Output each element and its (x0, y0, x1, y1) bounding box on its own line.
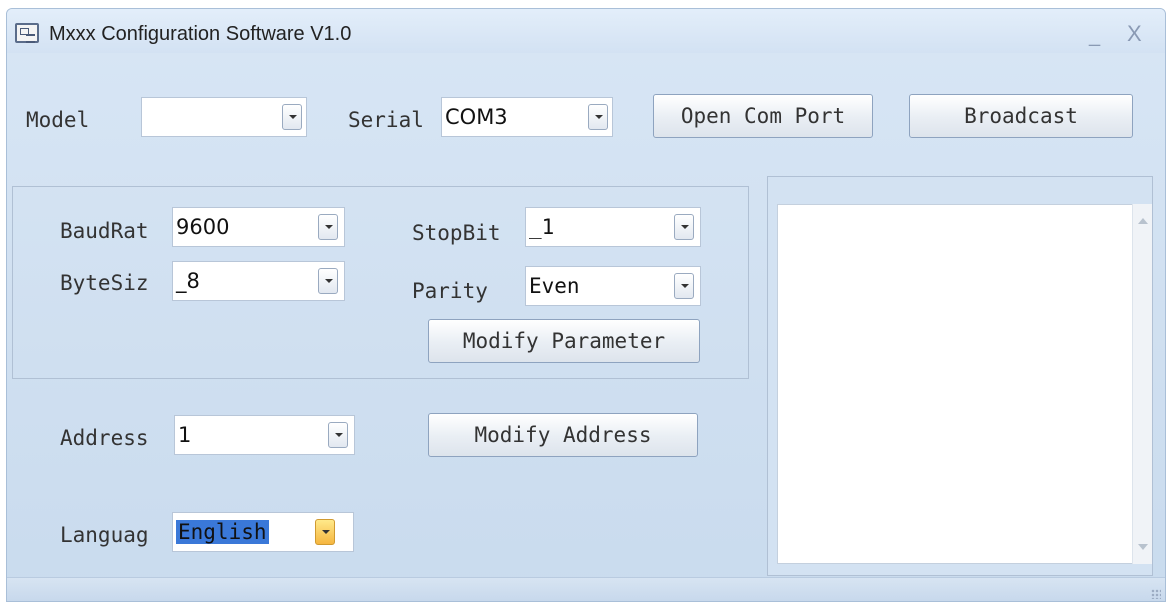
broadcast-button[interactable]: Broadcast (909, 94, 1133, 138)
dropdown-arrow-icon[interactable] (328, 422, 348, 448)
parity-select[interactable]: Even (525, 266, 701, 306)
app-icon (15, 23, 39, 43)
dropdown-arrow-icon[interactable] (318, 214, 338, 240)
address-select[interactable]: 1 (174, 415, 355, 455)
modify-parameter-button[interactable]: Modify Parameter (428, 319, 700, 363)
model-select[interactable] (141, 97, 307, 137)
stopbit-value: _1 (529, 215, 555, 239)
scroll-up-icon[interactable] (1138, 218, 1148, 224)
baudrate-label: BaudRat (60, 219, 149, 243)
stopbit-label: StopBit (412, 221, 501, 245)
app-window: Mxxx Configuration Software V1.0 _ X Mod… (6, 8, 1166, 602)
serial-select[interactable]: COM3 (441, 97, 613, 137)
title-bar[interactable]: Mxxx Configuration Software V1.0 _ X (7, 9, 1165, 53)
open-com-port-button[interactable]: Open Com Port (653, 94, 873, 138)
baudrate-value: 9600 (176, 215, 230, 239)
language-value: English (176, 520, 269, 544)
stopbit-select[interactable]: _1 (525, 207, 701, 247)
address-value: 1 (178, 423, 192, 447)
dropdown-arrow-icon[interactable] (674, 214, 694, 240)
language-label: Languag (60, 523, 149, 547)
parity-label: Parity (412, 279, 488, 303)
dropdown-arrow-icon[interactable] (315, 519, 335, 545)
minimize-button[interactable]: _ (1089, 25, 1100, 48)
scroll-down-icon[interactable] (1138, 544, 1148, 550)
address-label: Address (60, 426, 149, 450)
dropdown-arrow-icon[interactable] (674, 273, 694, 299)
dropdown-arrow-icon[interactable] (318, 268, 338, 294)
language-select[interactable]: English (172, 512, 354, 552)
modify-address-button[interactable]: Modify Address (428, 413, 698, 457)
serial-label: Serial (348, 108, 424, 132)
size-grip-icon[interactable] (1151, 589, 1161, 599)
window-title: Mxxx Configuration Software V1.0 (49, 23, 352, 45)
status-bar (7, 577, 1165, 601)
serial-value: COM3 (445, 105, 508, 129)
output-textarea[interactable] (777, 204, 1133, 564)
bytesize-select[interactable]: _8 (172, 261, 345, 301)
dropdown-arrow-icon[interactable] (282, 104, 302, 130)
model-label: Model (26, 108, 90, 132)
close-button[interactable]: X (1127, 21, 1142, 47)
baudrate-select[interactable]: 9600 (172, 207, 345, 247)
output-scrollbar[interactable] (1132, 204, 1152, 564)
bytesize-value: _8 (176, 269, 200, 293)
bytesize-label: ByteSiz (60, 271, 149, 295)
parity-value: Even (529, 274, 580, 298)
dropdown-arrow-icon[interactable] (588, 104, 608, 130)
